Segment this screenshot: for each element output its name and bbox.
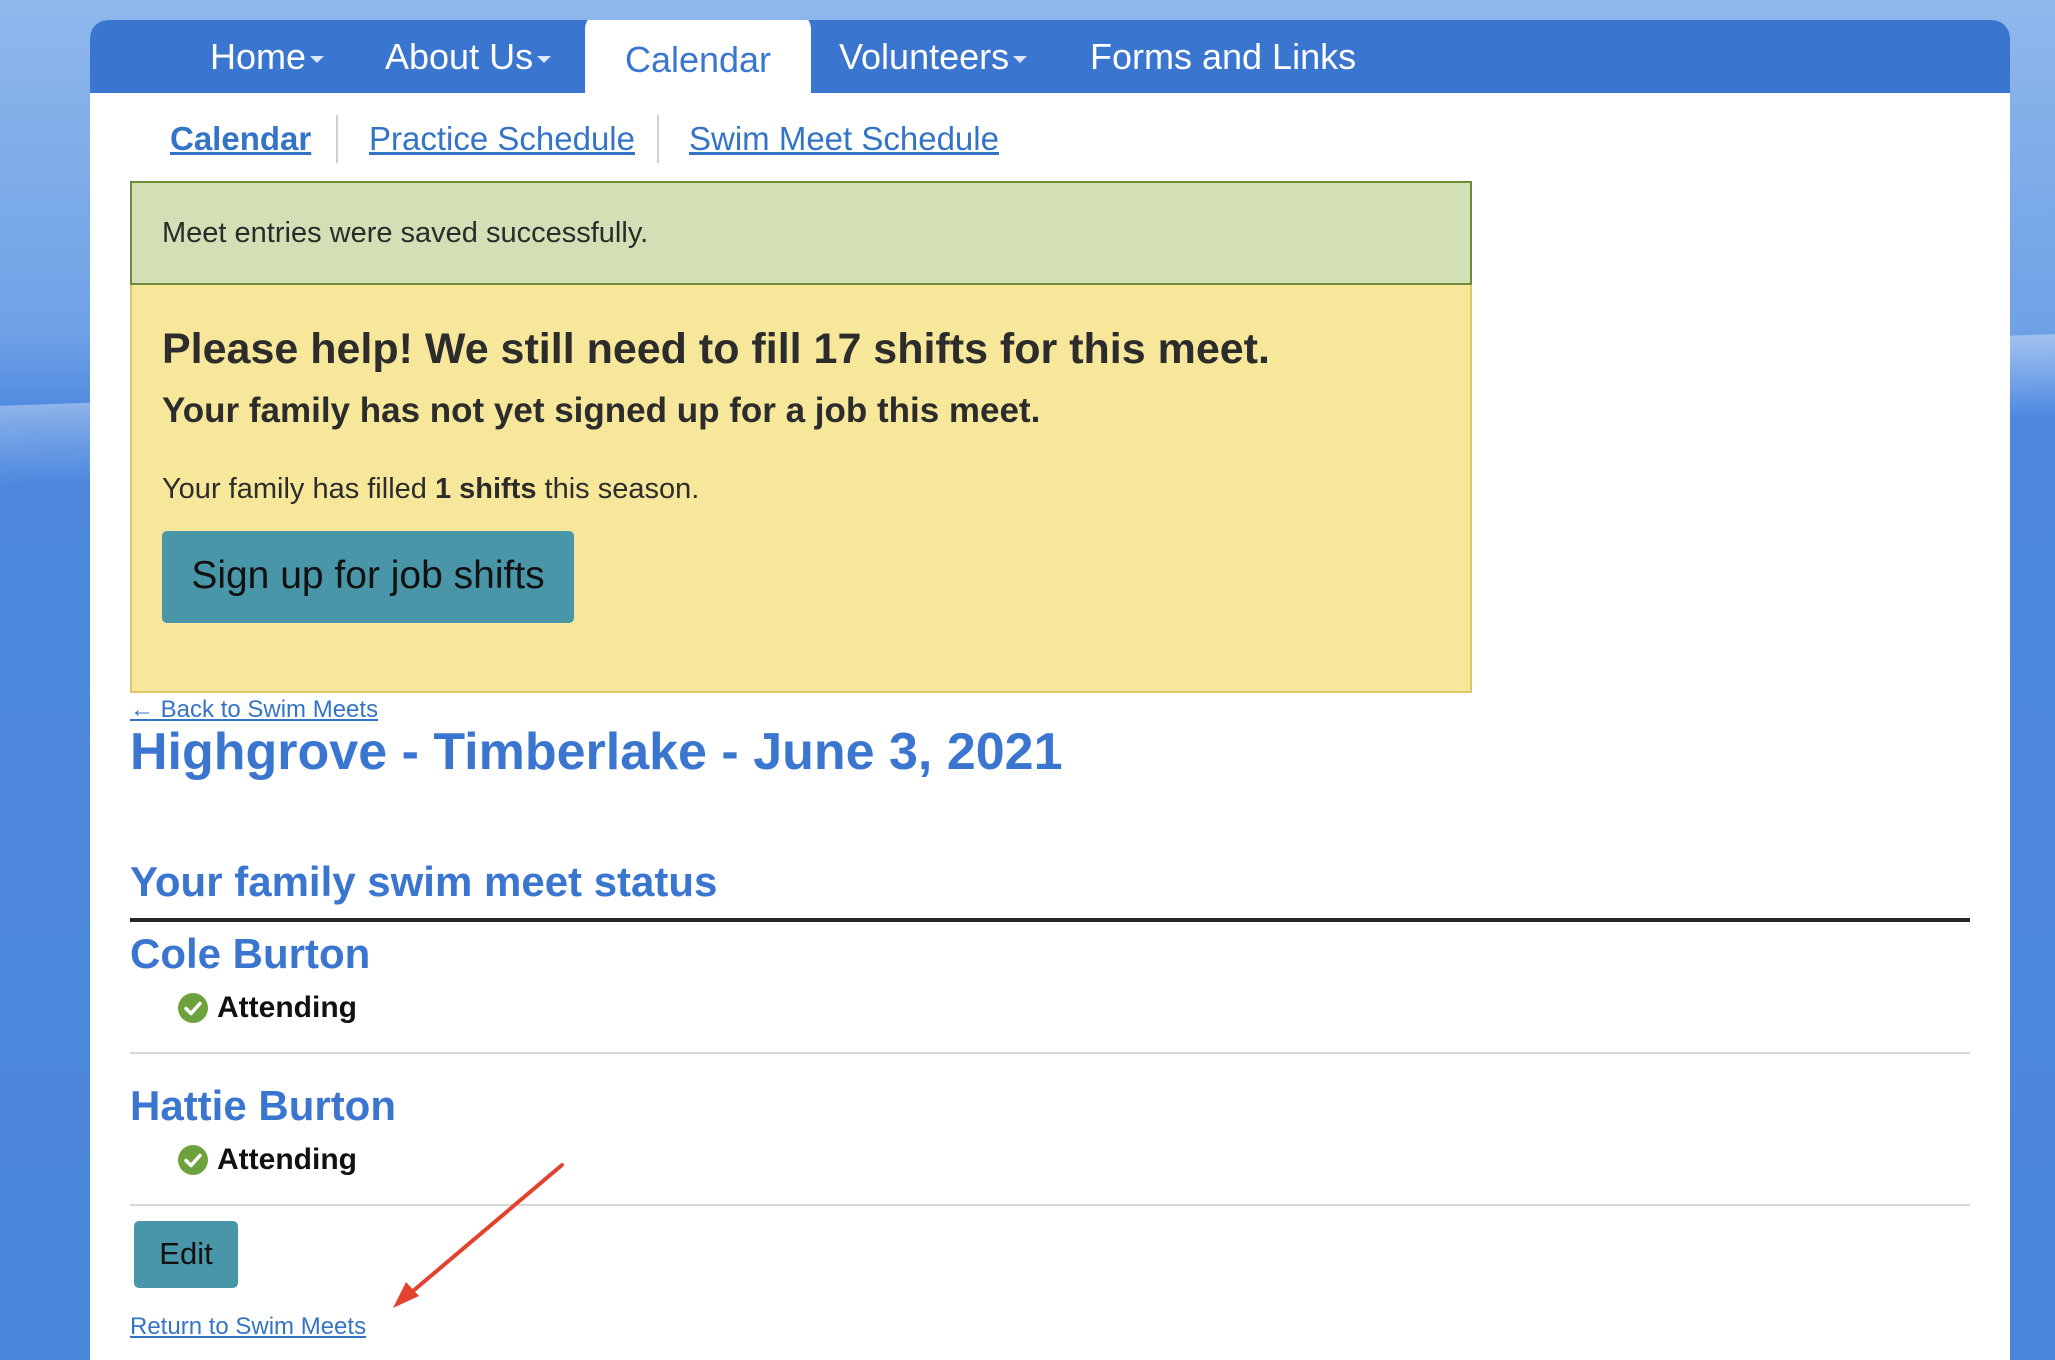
caret-down-icon xyxy=(310,55,325,63)
caret-down-icon xyxy=(537,55,552,63)
nav-item-about-us[interactable]: About Us xyxy=(385,20,552,93)
shifts-filled-suffix: this season. xyxy=(536,473,700,505)
attendance-label: Attending xyxy=(217,991,357,1024)
nav-item-volunteers[interactable]: Volunteers xyxy=(839,20,1028,93)
nav-item-home[interactable]: Home xyxy=(210,20,325,93)
subnav-practice-schedule-link[interactable]: Practice Schedule xyxy=(369,115,635,163)
shifts-filled-text: Your family has filled 1 shifts this sea… xyxy=(162,473,699,506)
nav-item-label: About Us xyxy=(385,36,534,77)
nav-item-calendar[interactable]: Calendar xyxy=(585,20,811,93)
warning-title: Please help! We still need to fill 17 sh… xyxy=(162,325,1270,373)
caret-down-icon xyxy=(1013,55,1028,63)
success-alert: Meet entries were saved successfully. xyxy=(130,181,1472,285)
subnav-divider xyxy=(657,115,659,163)
nav-item-label: Volunteers xyxy=(839,36,1010,77)
edit-button[interactable]: Edit xyxy=(134,1221,238,1288)
heading-divider xyxy=(130,918,1970,922)
swimmer-name: Hattie Burton xyxy=(130,1082,396,1129)
main-panel: Home About Us Calendar Volunteers Forms … xyxy=(90,20,2010,1360)
meet-title: Highgrove - Timberlake - June 3, 2021 xyxy=(130,723,1063,781)
row-divider xyxy=(130,1204,1970,1206)
shifts-filled-prefix: Your family has filled xyxy=(162,473,435,505)
check-circle-icon xyxy=(178,1145,208,1175)
volunteer-warning-alert: Please help! We still need to fill 17 sh… xyxy=(130,285,1472,693)
nav-item-label: Forms and Links xyxy=(1090,36,1357,77)
row-divider xyxy=(130,1052,1970,1054)
nav-item-label: Home xyxy=(210,36,307,77)
subnav-calendar-link[interactable]: Calendar xyxy=(170,115,311,163)
swimmer-name: Cole Burton xyxy=(130,930,371,977)
nav-item-label: Calendar xyxy=(624,39,772,80)
sign-up-job-shifts-button[interactable]: Sign up for job shifts xyxy=(162,531,574,623)
nav-item-forms-and-links[interactable]: Forms and Links xyxy=(1090,20,1356,93)
success-message: Meet entries were saved successfully. xyxy=(162,217,649,249)
return-to-swim-meets-link[interactable]: Return to Swim Meets xyxy=(130,1313,366,1341)
subnav-swim-meet-schedule-link[interactable]: Swim Meet Schedule xyxy=(689,115,999,163)
warning-subtitle: Your family has not yet signed up for a … xyxy=(162,391,1041,430)
attendance-label: Attending xyxy=(217,1143,357,1176)
family-status-heading: Your family swim meet status xyxy=(130,858,718,905)
shifts-filled-count: 1 shifts xyxy=(434,473,537,505)
back-to-swim-meets-link[interactable]: ← Back to Swim Meets xyxy=(130,696,378,724)
top-navigation: Home About Us Calendar Volunteers Forms … xyxy=(90,20,2010,93)
check-circle-icon xyxy=(178,993,208,1023)
subnav-divider xyxy=(336,115,338,163)
